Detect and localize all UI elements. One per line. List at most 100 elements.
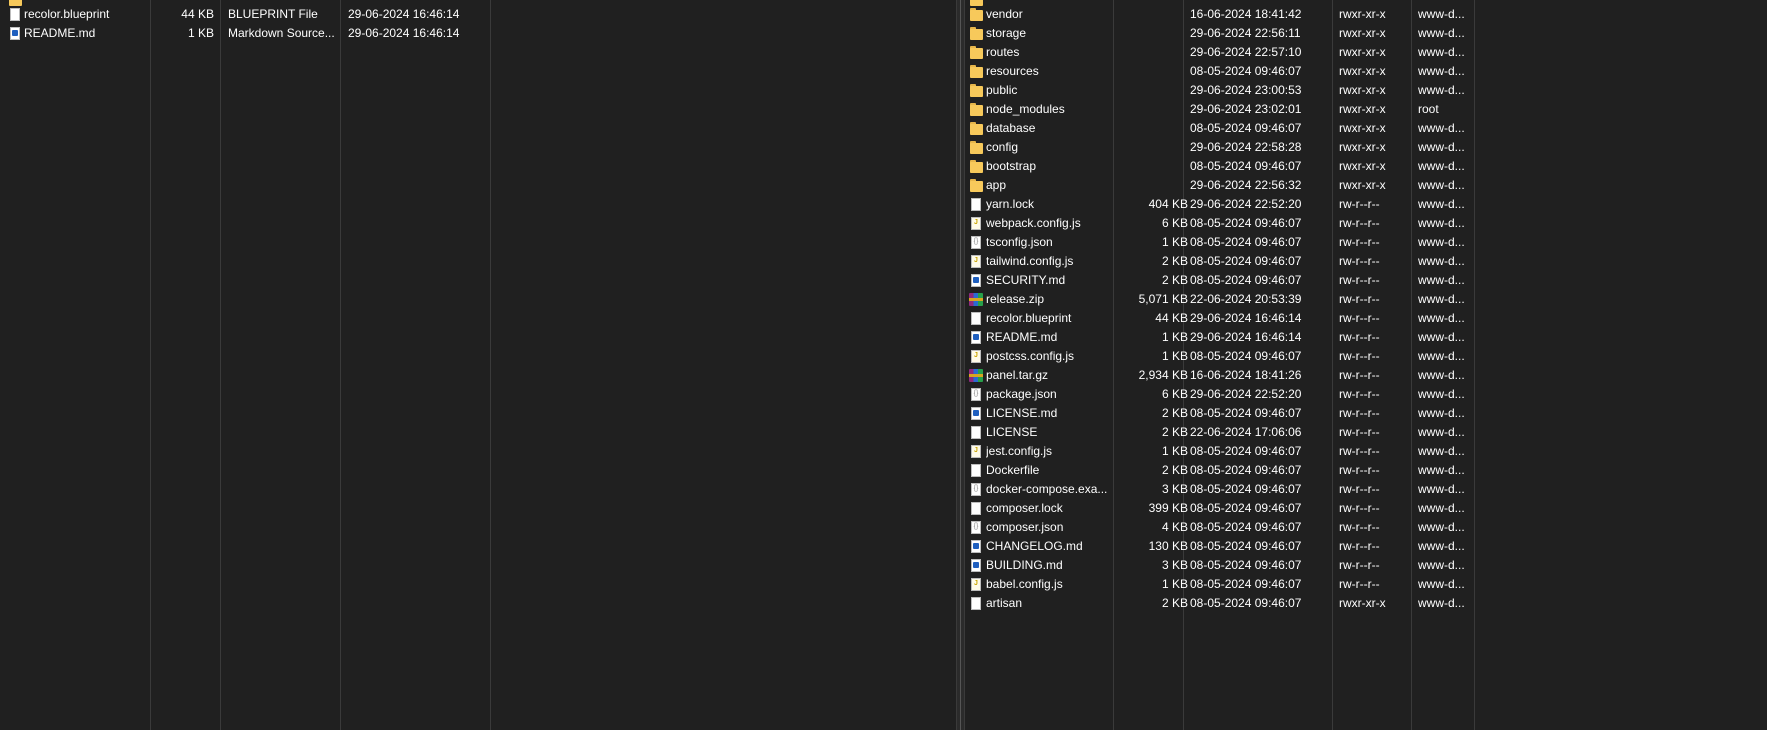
generic-file-icon	[969, 309, 983, 328]
file-row[interactable]: Jjest.config.js 1 KB 08-05-2024 09:46:07 rw…	[965, 442, 1767, 461]
generic-file-icon	[969, 461, 983, 480]
folder-row[interactable]: routes 29-06-2024 22:57:10 rwxr-xr-x www-d.…	[965, 43, 1767, 62]
column-divider[interactable]	[150, 0, 151, 730]
javascript-file-icon: J	[969, 575, 983, 594]
json-file-icon: {}	[969, 518, 983, 537]
file-size: 44 KB	[1155, 311, 1188, 325]
folder-row[interactable]: config 29-06-2024 22:58:28 rwxr-xr-x www-d.…	[965, 138, 1767, 157]
folder-row[interactable]: app 29-06-2024 22:56:32 rwxr-xr-x www-d...	[965, 176, 1767, 195]
column-divider[interactable]	[340, 0, 341, 730]
file-permissions: rw-r--r--	[1339, 197, 1380, 211]
file-date: 22-06-2024 17:06:06	[1190, 425, 1302, 439]
file-size: 3 KB	[1161, 558, 1188, 572]
file-date: 22-06-2024 20:53:39	[1190, 292, 1302, 306]
file-date: 16-06-2024 18:41:26	[1190, 368, 1302, 382]
file-size	[1113, 157, 1188, 176]
markdown-file-icon	[969, 328, 983, 347]
remote-file-pane[interactable]: vendor 16-06-2024 18:41:42 rwxr-xr-x www-d.…	[965, 0, 1767, 730]
file-owner: www-d...	[1418, 577, 1465, 591]
file-date: 08-05-2024 09:46:07	[1190, 159, 1302, 173]
file-size	[1113, 62, 1188, 81]
folder-row[interactable]: resources 08-05-2024 09:46:07 rwxr-xr-x www…	[965, 62, 1767, 81]
file-size: 404 KB	[1148, 197, 1188, 211]
folder-row[interactable]: public 29-06-2024 23:00:53 rwxr-xr-x www-d.…	[965, 81, 1767, 100]
folder-icon	[969, 157, 983, 176]
file-row[interactable]: recolor.blueprint 44 KB 29-06-2024 16:46:1…	[965, 309, 1767, 328]
file-date: 08-05-2024 09:46:07	[1190, 216, 1302, 230]
file-date: 29-06-2024 22:56:11	[1190, 26, 1301, 40]
file-row[interactable]: {} tsconfig.json 1 KB 08-05-2024 09:46:07 rw…	[965, 233, 1767, 252]
file-permissions: rw-r--r--	[1339, 482, 1380, 496]
file-row[interactable]: {} package.json 6 KB 29-06-2024 22:52:20 rw-…	[965, 385, 1767, 404]
folder-row[interactable]: storage 29-06-2024 22:56:11 rwxr-xr-x www-d…	[965, 24, 1767, 43]
file-size: 5,071 KB	[1138, 292, 1188, 306]
file-name: BUILDING.md	[986, 558, 1063, 572]
file-name: database	[986, 121, 1036, 135]
file-row[interactable]: Jtailwind.config.js 2 KB 08-05-2024 09:46:…	[965, 252, 1767, 271]
folder-row[interactable]: bootstrap 08-05-2024 09:46:07 rwxr-xr-x www…	[965, 157, 1767, 176]
list-item[interactable]: README.md 1 KB Markdown Source... 29-06-…	[0, 24, 956, 43]
file-name: vendor	[986, 7, 1023, 21]
file-owner: www-d...	[1418, 178, 1465, 192]
javascript-file-icon: J	[969, 347, 983, 366]
file-row[interactable]: LICENSE 2 KB 22-06-2024 17:06:06 rw-r--r-- w…	[965, 423, 1767, 442]
file-date: 08-05-2024 09:46:07	[1190, 254, 1302, 268]
file-row[interactable]: Jpostcss.config.js 1 KB 08-05-2024 09:46:0…	[965, 347, 1767, 366]
file-permissions: rw-r--r--	[1339, 520, 1380, 534]
file-permissions: rw-r--r--	[1339, 235, 1380, 249]
file-row[interactable]: panel.tar.gz 2,934 KB 16-06-2024 18:41:26 r…	[965, 366, 1767, 385]
file-permissions: rw-r--r--	[1339, 577, 1380, 591]
column-divider[interactable]	[490, 0, 491, 730]
file-permissions: rwxr-xr-x	[1339, 596, 1386, 610]
markdown-file-icon	[969, 404, 983, 423]
folder-row[interactable]: database 08-05-2024 09:46:07 rwxr-xr-x www-…	[965, 119, 1767, 138]
file-owner: root	[1418, 102, 1439, 116]
file-owner: www-d...	[1418, 197, 1465, 211]
file-name: bootstrap	[986, 159, 1037, 173]
javascript-file-icon: J	[969, 214, 983, 233]
file-size: 2 KB	[1161, 425, 1188, 439]
file-row[interactable]: {} composer.json 4 KB 08-05-2024 09:46:07 rw…	[965, 518, 1767, 537]
file-name: README.md	[24, 26, 96, 40]
file-owner: www-d...	[1418, 83, 1465, 97]
file-date: 29-06-2024 16:46:14	[1190, 311, 1302, 325]
file-size: 4 KB	[1161, 520, 1188, 534]
file-date: 29-06-2024 23:02:01	[1190, 102, 1302, 116]
file-owner: www-d...	[1418, 596, 1465, 610]
markdown-file-icon	[969, 271, 983, 290]
javascript-file-icon: J	[969, 442, 983, 461]
file-permissions: rw-r--r--	[1339, 330, 1380, 344]
file-owner: www-d...	[1418, 444, 1465, 458]
folder-row[interactable]: vendor 16-06-2024 18:41:42 rwxr-xr-x www-d.…	[965, 5, 1767, 24]
file-date: 29-06-2024 16:46:14	[1190, 330, 1302, 344]
file-row[interactable]: BUILDING.md 3 KB 08-05-2024 09:46:07 rw-r--…	[965, 556, 1767, 575]
file-row[interactable]: Jbabel.config.js 1 KB 08-05-2024 09:46:07 r…	[965, 575, 1767, 594]
folder-row[interactable]: node_modules 29-06-2024 23:02:01 rwxr-xr-x…	[965, 100, 1767, 119]
column-divider[interactable]	[220, 0, 221, 730]
local-file-pane[interactable]: recolor.blueprint 44 KB BLUEPRINT File 2…	[0, 0, 956, 730]
file-row[interactable]: SECURITY.md 2 KB 08-05-2024 09:46:07 rw-r--…	[965, 271, 1767, 290]
file-permissions: rwxr-xr-x	[1339, 64, 1386, 78]
file-owner: www-d...	[1418, 558, 1465, 572]
pane-splitter[interactable]	[956, 0, 965, 730]
list-item[interactable]: recolor.blueprint 44 KB BLUEPRINT File 2…	[0, 5, 956, 24]
file-row[interactable]: composer.lock 399 KB 08-05-2024 09:46:07 rw…	[965, 499, 1767, 518]
file-size	[1113, 176, 1188, 195]
file-row[interactable]: {} docker-compose.exa... 3 KB 08-05-2024 09…	[965, 480, 1767, 499]
file-date: 08-05-2024 09:46:07	[1190, 501, 1302, 515]
file-row[interactable]: README.md 1 KB 29-06-2024 16:46:14 rw-r--r-…	[965, 328, 1767, 347]
file-owner: www-d...	[1418, 235, 1465, 249]
file-row[interactable]: Jwebpack.config.js 6 KB 08-05-2024 09:46:0…	[965, 214, 1767, 233]
json-file-icon: {}	[969, 480, 983, 499]
file-row[interactable]: yarn.lock 404 KB 29-06-2024 22:52:20 rw-r--…	[965, 195, 1767, 214]
file-row[interactable]: CHANGELOG.md 130 KB 08-05-2024 09:46:07 rw-…	[965, 537, 1767, 556]
file-date: 08-05-2024 09:46:07	[1190, 577, 1302, 591]
file-size	[1113, 24, 1188, 43]
file-permissions: rw-r--r--	[1339, 406, 1380, 420]
file-row[interactable]: release.zip 5,071 KB 22-06-2024 20:53:39 rw…	[965, 290, 1767, 309]
file-row[interactable]: Dockerfile 2 KB 08-05-2024 09:46:07 rw-r--r…	[965, 461, 1767, 480]
file-name: webpack.config.js	[986, 216, 1081, 230]
file-owner: www-d...	[1418, 311, 1465, 325]
file-row[interactable]: LICENSE.md 2 KB 08-05-2024 09:46:07 rw-r--r…	[965, 404, 1767, 423]
file-row[interactable]: artisan 2 KB 08-05-2024 09:46:07 rwxr-xr-x w…	[965, 594, 1767, 613]
